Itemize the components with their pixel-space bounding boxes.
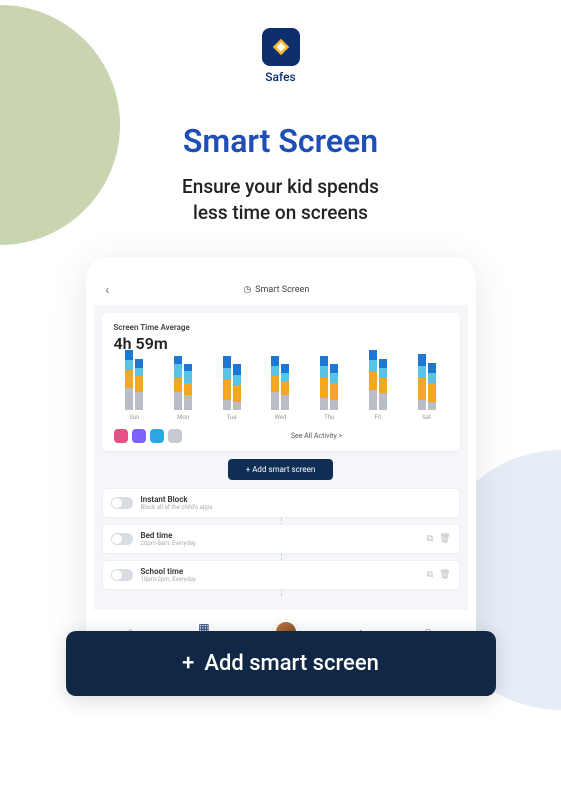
- logo-icon: [262, 28, 300, 66]
- hero-title: Smart Screen: [0, 122, 561, 160]
- app-header-title-text: Smart Screen: [255, 285, 309, 295]
- avg-label: Screen Time Average: [114, 323, 448, 332]
- rule-sub: Block all of the child's apps: [141, 504, 451, 511]
- rule-row: Instant BlockBlock all of the child's ap…: [102, 488, 460, 518]
- rule-text: Bed time20pm-8am, Everyday: [141, 531, 419, 547]
- trash-icon[interactable]: 🗑: [439, 570, 450, 580]
- rule-toggle[interactable]: [111, 569, 133, 581]
- chart-day-label: Wed: [275, 414, 287, 421]
- rule-title: Instant Block: [141, 495, 451, 504]
- chart-day-label: Thu: [324, 414, 334, 421]
- app-icons: [114, 429, 182, 443]
- rule-title: Bed time: [141, 531, 419, 540]
- copy-icon[interactable]: ⧉: [427, 570, 433, 580]
- hero: Smart Screen Ensure your kid spends less…: [0, 122, 561, 225]
- app-icon: [132, 429, 146, 443]
- chart-column: Mon: [162, 350, 204, 421]
- chart-column: Sat: [406, 350, 448, 421]
- chart-column: Tue: [211, 350, 253, 421]
- rule-title: School time: [141, 567, 419, 576]
- chart-day-label: Sat: [422, 414, 431, 421]
- app-icon: [150, 429, 164, 443]
- rule-row: School time10pm-2pm, Everyday ⧉ 🗑: [102, 560, 460, 590]
- chart-column: Thu: [308, 350, 350, 421]
- see-all-activity-link[interactable]: See All Activity >: [186, 432, 448, 440]
- plus-icon: +: [182, 651, 194, 676]
- cta-label: Add smart screen: [204, 651, 379, 676]
- copy-icon[interactable]: ⧉: [427, 534, 433, 544]
- clock-icon: ◷: [243, 285, 251, 295]
- chart-column: Sun: [114, 350, 156, 421]
- chart-column: Fri: [357, 350, 399, 421]
- chart-day-label: Fri: [375, 414, 382, 421]
- chart-day-label: Mon: [177, 414, 189, 421]
- hero-subtitle-line2: less time on screens: [193, 201, 368, 224]
- app-icon: [168, 429, 182, 443]
- rule-sub: 10pm-2pm, Everyday: [141, 576, 419, 583]
- rule-toggle[interactable]: [111, 533, 133, 545]
- brand-name: Safes: [0, 70, 561, 84]
- app-icons-row: See All Activity >: [114, 429, 448, 443]
- app-icon: [114, 429, 128, 443]
- rule-sub: 20pm-8am, Everyday: [141, 540, 419, 547]
- app-header: ‹ ◷ Smart Screen: [94, 275, 468, 305]
- chart-column: Wed: [260, 350, 302, 421]
- hero-subtitle: Ensure your kid spends less time on scre…: [0, 174, 561, 225]
- brand-logo: Safes: [0, 0, 561, 84]
- tablet-mockup: ‹ ◷ Smart Screen Screen Time Average 4h …: [86, 257, 476, 658]
- add-smart-screen-button[interactable]: + Add smart screen: [66, 631, 496, 696]
- hero-subtitle-line1: Ensure your kid spends: [182, 175, 379, 198]
- app-header-title: ◷ Smart Screen: [243, 285, 309, 295]
- add-smart-screen-button-inner[interactable]: + Add smart screen: [228, 459, 334, 480]
- rule-toggle[interactable]: [111, 497, 133, 509]
- trash-icon[interactable]: 🗑: [439, 534, 450, 544]
- average-card: Screen Time Average 4h 59m SunMonTueWedT…: [102, 313, 460, 451]
- chart-day-label: Tue: [227, 414, 237, 421]
- rules-list: Instant BlockBlock all of the child's ap…: [94, 488, 468, 604]
- chart-day-label: Sun: [129, 414, 139, 421]
- screen-time-chart: Sun Mon Tue Wed Thu Fri Sat: [114, 361, 448, 421]
- back-icon[interactable]: ‹: [106, 283, 110, 297]
- rule-row: Bed time20pm-8am, Everyday ⧉ 🗑: [102, 524, 460, 554]
- tablet-screen: ‹ ◷ Smart Screen Screen Time Average 4h …: [94, 275, 468, 648]
- rule-text: Instant BlockBlock all of the child's ap…: [141, 495, 451, 511]
- rule-text: School time10pm-2pm, Everyday: [141, 567, 419, 583]
